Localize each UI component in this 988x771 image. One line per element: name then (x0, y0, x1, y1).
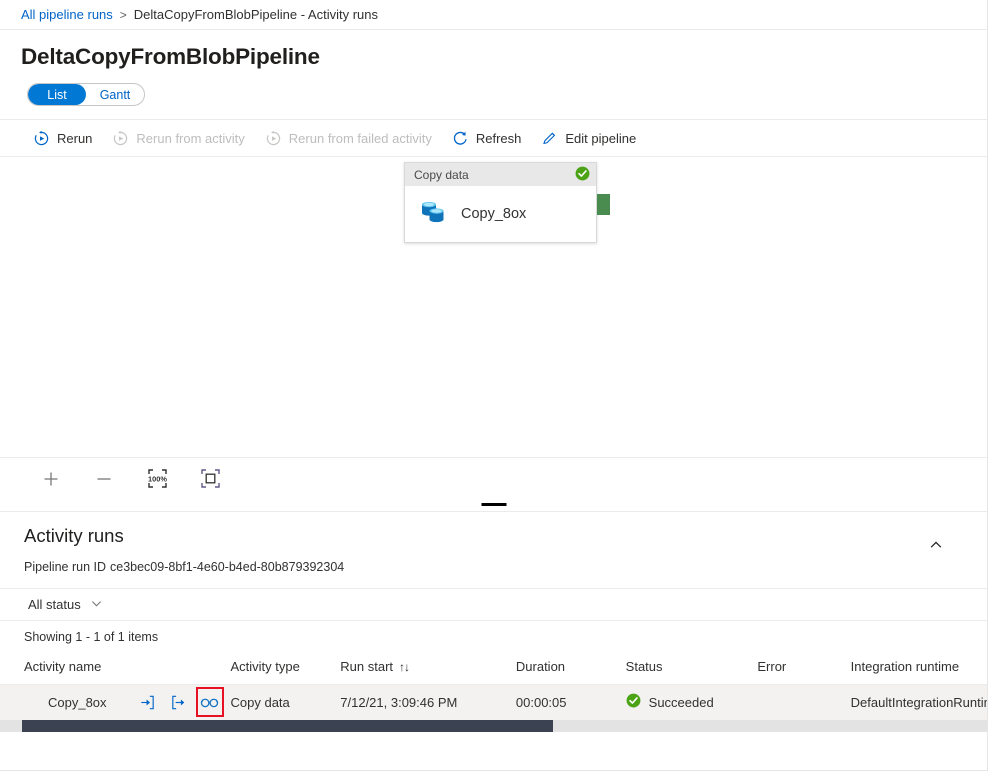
bottom-spacer (0, 732, 987, 771)
status-success-icon (626, 693, 641, 711)
output-icon[interactable] (169, 691, 189, 713)
activity-runs-title: Activity runs (24, 525, 987, 547)
cell-activity-type: Copy data (231, 684, 341, 720)
column-header-run-start-label: Run start (340, 659, 393, 674)
activity-runs-grid: Activity name Activity type Run start↑↓ … (0, 650, 988, 720)
cell-status: Succeeded (626, 684, 758, 720)
view-toggle[interactable]: List Gantt (27, 83, 145, 106)
activity-name-value: Copy_8ox (48, 695, 138, 710)
activity-runs-page: All pipeline runs > DeltaCopyFromBlobPip… (0, 0, 988, 771)
zoom-in-icon[interactable] (38, 466, 64, 492)
page-title: DeltaCopyFromBlobPipeline (0, 30, 987, 70)
zoom-out-icon[interactable] (91, 466, 117, 492)
rerun-from-failed-activity-icon (265, 130, 282, 147)
pipeline-run-id-value: ce3bec09-8bf1-4e60-b4ed-80b879392304 (110, 560, 344, 574)
rerun-from-activity-icon (112, 130, 129, 147)
column-header-duration[interactable]: Duration (516, 650, 626, 684)
rerun-from-failed-activity-button[interactable]: Rerun from failed activity (256, 120, 443, 156)
node-name-label: Copy_8ox (461, 206, 526, 222)
command-bar: Rerun Rerun from activity Rerun from (0, 119, 987, 157)
rerun-label: Rerun (57, 131, 92, 146)
view-toggle-wrap: List Gantt (0, 70, 987, 106)
edit-pipeline-button[interactable]: Edit pipeline (532, 120, 647, 156)
splitter-handle[interactable] (481, 503, 506, 506)
column-header-run-start[interactable]: Run start ↑↓ (340, 650, 516, 684)
chevron-down-icon (90, 597, 103, 613)
zoom-to-fit-icon[interactable] (197, 466, 223, 492)
column-header-status[interactable]: Status (626, 650, 758, 684)
refresh-icon (452, 130, 469, 147)
zoom-100-percent-icon[interactable]: 100% (144, 466, 170, 492)
cell-run-start: 7/12/21, 3:09:46 PM (340, 684, 516, 720)
breadcrumb-all-pipeline-runs[interactable]: All pipeline runs (21, 7, 113, 22)
pipeline-run-id: Pipeline run ID ce3bec09-8bf1-4e60-b4ed-8… (24, 560, 987, 574)
sort-arrows-icon[interactable]: ↑↓ (399, 660, 409, 674)
filter-row: All status (0, 588, 987, 620)
cell-integration-runtime: DefaultIntegrationRuntime (East US) (851, 684, 988, 720)
column-header-integration-runtime[interactable]: Integration runtime (851, 650, 988, 684)
details-icon[interactable] (200, 691, 220, 713)
input-icon[interactable] (138, 691, 158, 713)
canvas-zoom-tools: 100% (0, 457, 987, 499)
node-output-connector[interactable] (597, 194, 610, 215)
pipeline-canvas[interactable]: Copy data (0, 157, 987, 457)
toggle-list[interactable]: List (28, 84, 86, 105)
horizontal-scrollbar[interactable] (0, 720, 987, 732)
refresh-button[interactable]: Refresh (443, 120, 533, 156)
node-status-success-icon (575, 166, 590, 184)
cell-duration: 00:00:05 (516, 684, 626, 720)
rerun-from-activity-label: Rerun from activity (136, 131, 244, 146)
toggle-gantt[interactable]: Gantt (86, 84, 144, 105)
copy-data-icon (418, 198, 448, 230)
refresh-label: Refresh (476, 131, 522, 146)
cell-activity-name: Copy_8ox (0, 684, 231, 720)
edit-pipeline-label: Edit pipeline (565, 131, 636, 146)
column-header-activity-type[interactable]: Activity type (231, 650, 341, 684)
rerun-icon (33, 130, 50, 147)
rerun-from-activity-button[interactable]: Rerun from activity (103, 120, 255, 156)
column-header-activity-name[interactable]: Activity name (0, 650, 231, 684)
breadcrumb-separator: > (120, 8, 127, 22)
column-header-error[interactable]: Error (757, 650, 850, 684)
panel-splitter[interactable] (0, 499, 987, 512)
collapse-panel-chevron-up-icon[interactable] (925, 534, 947, 556)
activity-runs-header: Activity runs Pipeline run ID ce3bec09-8b… (0, 512, 987, 574)
node-body: Copy_8ox (405, 186, 596, 242)
activity-runs-table: Activity name Activity type Run start↑↓ … (0, 650, 988, 720)
breadcrumb: All pipeline runs > DeltaCopyFromBlobPip… (0, 0, 987, 30)
rerun-button[interactable]: Rerun (24, 120, 103, 156)
status-filter-label: All status (28, 597, 81, 612)
horizontal-scrollbar-thumb[interactable] (22, 720, 553, 732)
node-type-label: Copy data (414, 168, 469, 182)
cell-error (757, 684, 850, 720)
table-header-row: Activity name Activity type Run start↑↓ … (0, 650, 988, 684)
showing-count: Showing 1 - 1 of 1 items (0, 620, 987, 650)
pencil-icon (541, 130, 558, 147)
node-header: Copy data (405, 163, 596, 186)
rerun-from-failed-activity-label: Rerun from failed activity (289, 131, 432, 146)
svg-text:100%: 100% (148, 474, 167, 483)
status-badge: Succeeded (649, 695, 714, 710)
table-row[interactable]: Copy_8ox (0, 684, 988, 720)
pipeline-run-id-label: Pipeline run ID (24, 560, 106, 574)
activity-node-copy-data[interactable]: Copy data (404, 162, 597, 243)
breadcrumb-current: DeltaCopyFromBlobPipeline - Activity run… (134, 7, 378, 22)
status-filter-dropdown[interactable]: All status (24, 594, 107, 616)
